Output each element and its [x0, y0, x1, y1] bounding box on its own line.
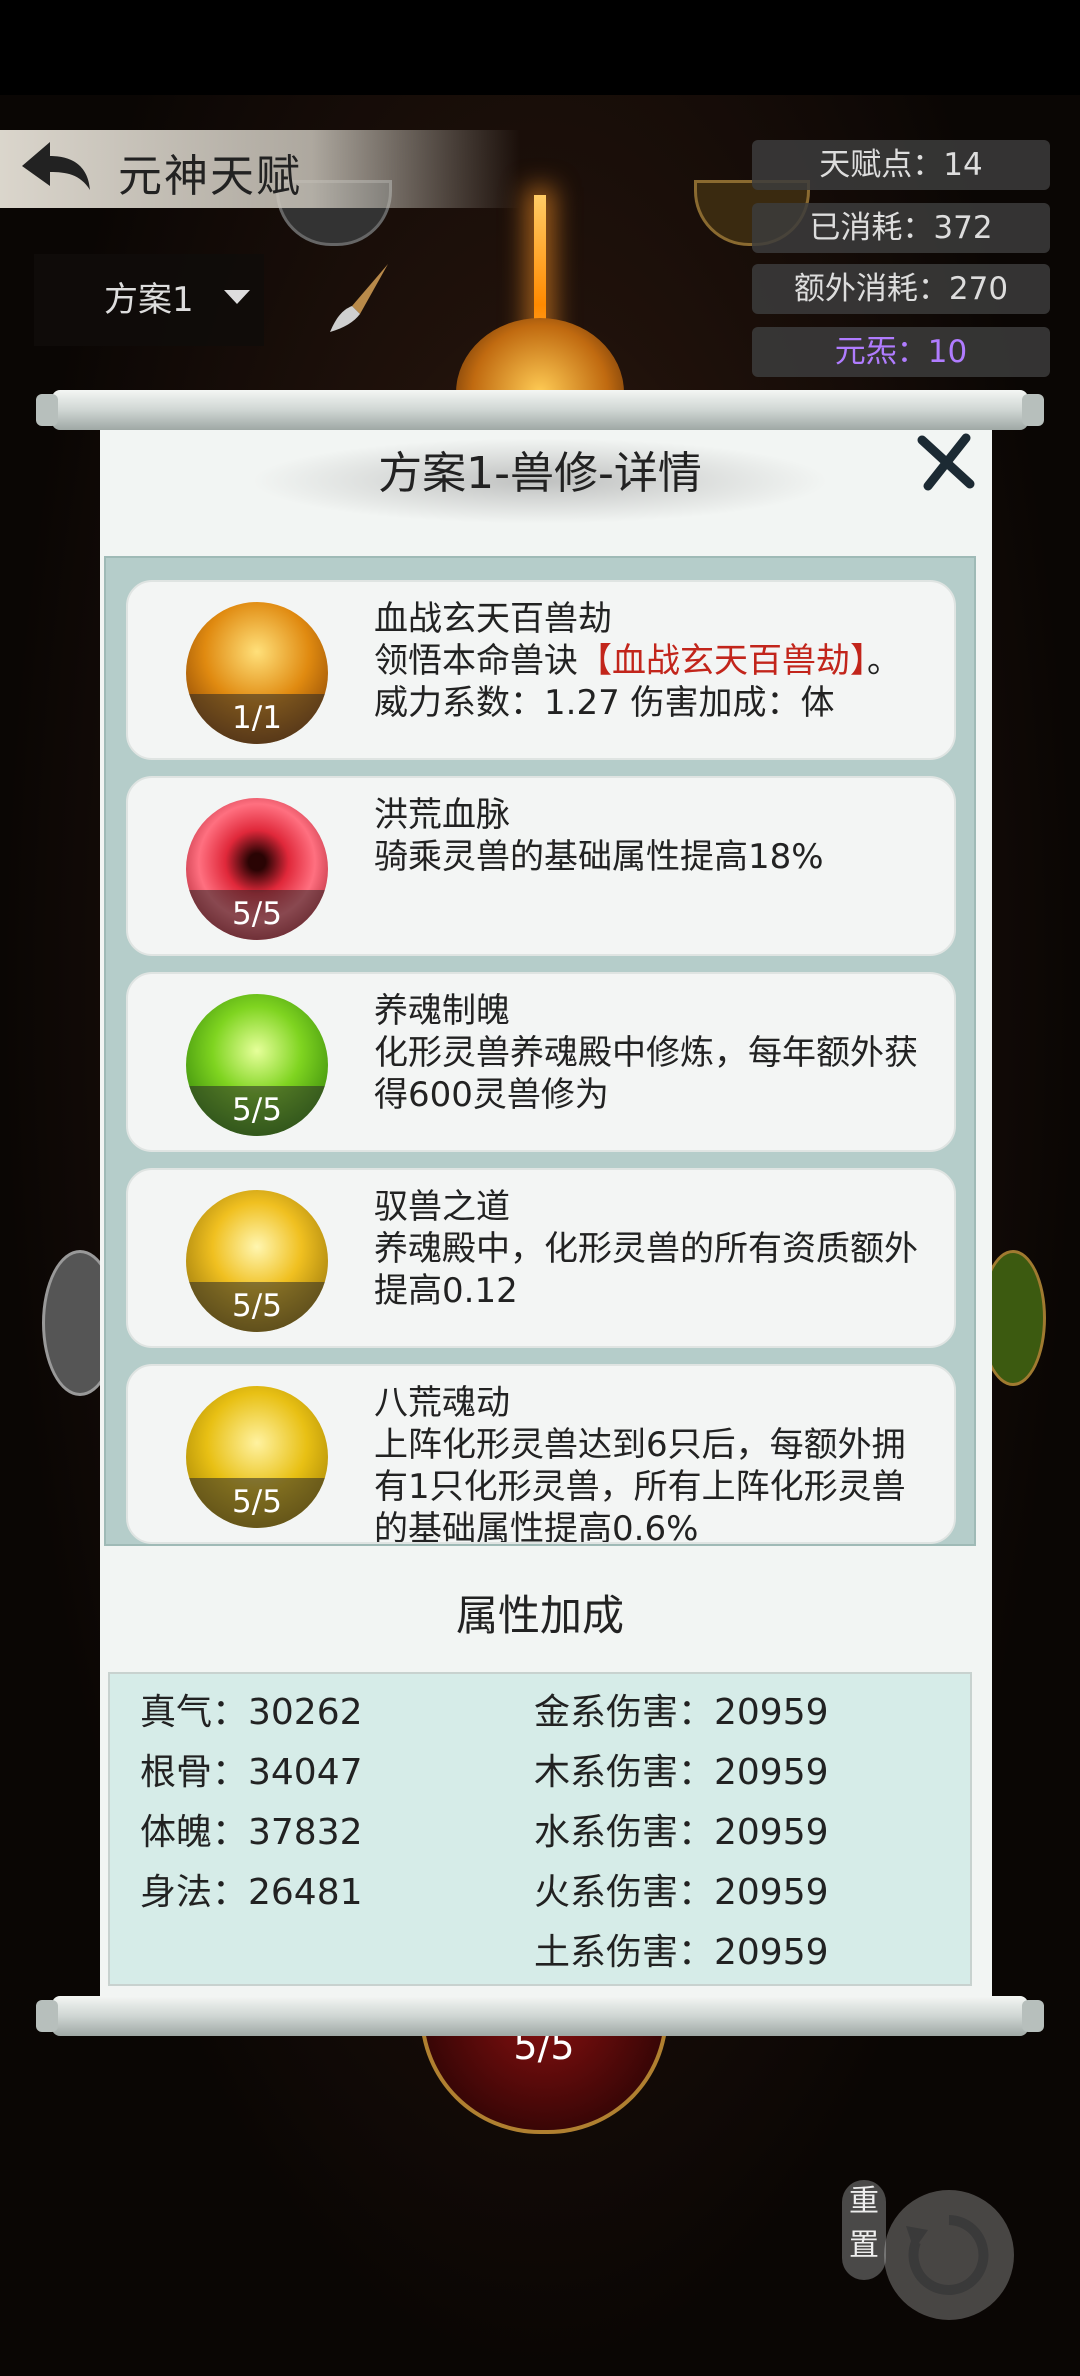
reset-icon[interactable]	[884, 2190, 1014, 2320]
reset-label[interactable]: 重置	[842, 2180, 886, 2280]
plan-dropdown[interactable]: 方案1	[34, 254, 264, 346]
skill-level: 5/5	[186, 1086, 328, 1136]
list-item[interactable]: 5/5 八荒魂动 上阵化形灵兽达到6只后，每额外拥有1只化形灵兽，所有上阵化形灵…	[126, 1364, 956, 1544]
attribute-value: 根骨：34047	[140, 1752, 363, 1793]
skill-level: 5/5	[186, 1478, 328, 1528]
attribute-value: 火系伤害：20959	[534, 1872, 829, 1913]
blood-figure-icon: 5/5	[186, 798, 328, 940]
attribute-value: 水系伤害：20959	[534, 1812, 829, 1853]
skill-list[interactable]: 1/1 血战玄天百兽劫 领悟本命兽诀【血战玄天百兽劫】。 威力系数：1.27 伤…	[104, 556, 976, 1546]
skill-level: 5/5	[186, 890, 328, 940]
skill-name: 养魂制魄	[374, 991, 510, 1031]
consumed-badge: 已消耗：372	[752, 203, 1050, 253]
extra-consumed-badge: 额外消耗：270	[752, 264, 1050, 314]
skill-name: 驭兽之道	[374, 1187, 510, 1227]
skill-level: 5/5	[186, 1282, 328, 1332]
yuanqi-badge: 元炁：10	[752, 327, 1050, 377]
attribute-value: 土系伤害：20959	[534, 1932, 829, 1973]
list-item[interactable]: 1/1 血战玄天百兽劫 领悟本命兽诀【血战玄天百兽劫】。 威力系数：1.27 伤…	[126, 580, 956, 760]
skill-name: 八荒魂动	[374, 1383, 510, 1423]
list-item[interactable]: 5/5 养魂制魄 化形灵兽养魂殿中修炼，每年额外获得600灵兽修为	[126, 972, 956, 1152]
attribute-value: 金系伤害：20959	[534, 1692, 829, 1733]
skill-name: 洪荒血脉	[374, 795, 510, 835]
attribute-value: 木系伤害：20959	[534, 1752, 829, 1793]
list-item[interactable]: 5/5 驭兽之道 养魂殿中，化形灵兽的所有资质额外提高0.12	[126, 1168, 956, 1348]
golden-palace-icon: 5/5	[186, 1386, 328, 1528]
skill-description: 领悟本命兽诀【血战玄天百兽劫】。 威力系数：1.27 伤害加成：体	[374, 641, 901, 723]
skill-description: 化形灵兽养魂殿中修炼，每年额外获得600灵兽修为	[374, 1033, 918, 1115]
skill-description: 上阵化形灵兽达到6只后，每额外拥有1只化形灵兽，所有上阵化形灵兽的基础属性提高0…	[374, 1425, 906, 1544]
page-title: 元神天赋	[118, 151, 302, 202]
skill-description: 养魂殿中，化形灵兽的所有资质额外提高0.12	[374, 1229, 918, 1311]
attribute-value: 体魄：37832	[140, 1812, 363, 1853]
brush-icon[interactable]	[318, 258, 398, 338]
green-temple-icon: 5/5	[186, 994, 328, 1136]
talent-points-badge: 天赋点：14	[752, 140, 1050, 190]
skill-description: 骑乘灵兽的基础属性提高18%	[374, 837, 824, 877]
scroll-rod-bottom	[36, 1996, 1044, 2036]
golden-beast-icon: 5/5	[186, 1190, 328, 1332]
chevron-down-icon	[224, 290, 250, 304]
attribute-bonus-panel: 真气：30262 根骨：34047 体魄：37832 身法：26481 金系伤害…	[108, 1672, 972, 1986]
attribute-value: 身法：26481	[140, 1872, 363, 1913]
attribute-bonus-title: 属性加成	[455, 1591, 624, 1640]
skill-highlight: 【血战玄天百兽劫】	[578, 641, 867, 681]
list-item[interactable]: 5/5 洪荒血脉 骑乘灵兽的基础属性提高18%	[126, 776, 956, 956]
dragon-icon: 1/1	[186, 602, 328, 744]
back-arrow-icon[interactable]	[14, 136, 94, 198]
scroll-rod-top	[36, 390, 1044, 430]
skill-level: 1/1	[186, 694, 328, 744]
close-icon[interactable]	[916, 432, 976, 492]
skill-name: 血战玄天百兽劫	[374, 599, 612, 639]
attribute-value: 真气：30262	[140, 1692, 363, 1733]
plan-dropdown-value: 方案1	[104, 280, 194, 320]
